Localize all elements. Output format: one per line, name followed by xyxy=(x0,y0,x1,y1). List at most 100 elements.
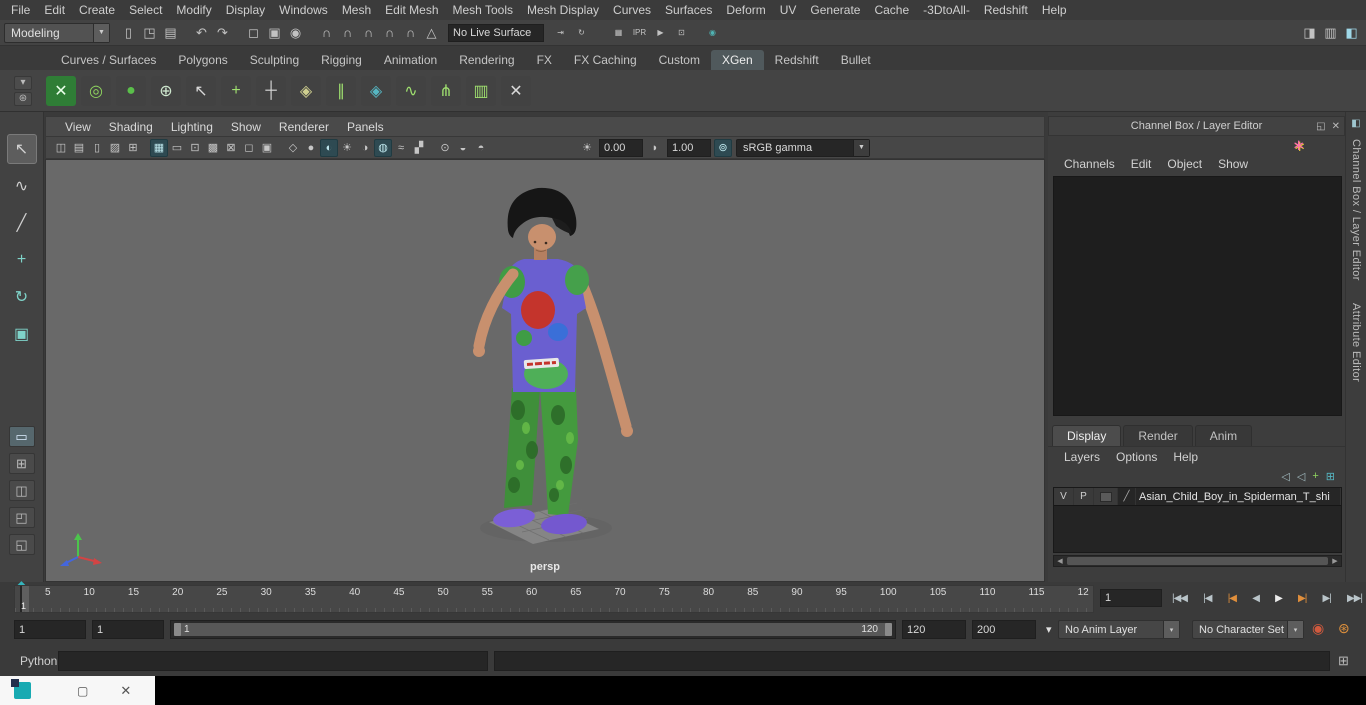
menubar-item[interactable]: Deform xyxy=(719,0,772,20)
ambient-occlusion-icon[interactable]: ◍ xyxy=(374,138,392,157)
viewport-menu-item[interactable]: Lighting xyxy=(162,120,222,134)
animation-start-field[interactable] xyxy=(14,620,86,639)
exposure-field[interactable] xyxy=(599,138,643,157)
float-panel-icon[interactable]: ◱ xyxy=(1316,121,1325,132)
dock-icon[interactable]: ◧ xyxy=(1351,118,1360,129)
use-all-lights-icon[interactable]: ☀ xyxy=(338,139,356,157)
menubar-item[interactable]: Display xyxy=(219,0,272,20)
xgen-select-icon[interactable]: ↖ xyxy=(186,75,216,106)
shelf-tabs-menu-icon[interactable]: ▾ xyxy=(14,75,32,90)
redo-icon[interactable]: ↷ xyxy=(212,23,233,43)
view-transform-dropdown[interactable]: sRGB gamma ▼ xyxy=(736,138,870,157)
range-slider-bar[interactable]: 1 120 xyxy=(174,623,892,636)
menubar-item[interactable]: Mesh xyxy=(335,0,378,20)
xgen-lock-icon[interactable]: ◈ xyxy=(291,75,321,106)
channel-box-menu-item[interactable]: Show xyxy=(1210,157,1256,171)
menubar-item[interactable]: Create xyxy=(72,0,122,20)
shelf-tab[interactable]: FX xyxy=(526,50,563,70)
playback-end-field[interactable] xyxy=(902,620,966,639)
playback-start-field[interactable] xyxy=(92,620,164,639)
scroll-left-icon[interactable]: ◀ xyxy=(1054,557,1066,565)
xgen-ground-icon[interactable]: ┼ xyxy=(256,75,286,106)
xray-icon[interactable]: ◒ xyxy=(454,139,472,157)
safe-action-icon[interactable]: ◻ xyxy=(240,139,258,157)
anim-end-chevron[interactable]: ▾ xyxy=(1040,620,1052,639)
scrollbar-thumb[interactable] xyxy=(1067,557,1328,565)
menubar-item[interactable]: Edit xyxy=(37,0,72,20)
shelf-tab[interactable]: Rendering xyxy=(448,50,525,70)
construction-history-icon[interactable]: ↻ xyxy=(571,23,592,43)
motion-blur-icon[interactable]: ≈ xyxy=(392,139,410,157)
sidebar-tool-settings-icon[interactable]: ▥ xyxy=(1320,23,1341,43)
menubar-item[interactable]: Modify xyxy=(169,0,218,20)
camera-attributes-icon[interactable]: ▤ xyxy=(70,139,88,157)
shelf-tab[interactable]: XGen xyxy=(710,50,764,70)
script-editor-icon[interactable]: ⊞ xyxy=(1338,653,1349,669)
range-start-handle[interactable] xyxy=(174,623,181,636)
scroll-right-icon[interactable]: ▶ xyxy=(1329,557,1341,565)
character-set-dropdown[interactable]: No Character Set ▾ xyxy=(1192,620,1304,639)
layer-list-scrollbar[interactable]: ◀ ▶ xyxy=(1053,555,1342,567)
menubar-item[interactable]: UV xyxy=(773,0,804,20)
render-settings-icon[interactable]: ⊡ xyxy=(671,23,692,43)
menubar-item[interactable]: Mesh Display xyxy=(520,0,606,20)
channel-box-menu-item[interactable]: Channels xyxy=(1056,157,1123,171)
play-backwards-button[interactable]: ◀ xyxy=(1252,593,1260,604)
gate-mask-icon[interactable]: ▩ xyxy=(204,139,222,157)
step-back-key-button[interactable]: |◀ xyxy=(1228,593,1237,604)
menubar-item[interactable]: File xyxy=(4,0,37,20)
field-chart-icon[interactable]: ⊠ xyxy=(222,139,240,157)
isolate-select-icon[interactable]: ⊙ xyxy=(436,139,454,157)
restore-window-icon[interactable]: ▢ xyxy=(77,684,88,698)
shelf-tab[interactable]: Redshift xyxy=(764,50,830,70)
open-scene-icon[interactable]: ◳ xyxy=(139,23,160,43)
safe-title-icon[interactable]: ▣ xyxy=(258,139,276,157)
animation-preferences-icon[interactable]: ⊛ xyxy=(1338,620,1350,637)
layer-color-swatch[interactable] xyxy=(1094,488,1118,505)
joint-xray-icon[interactable]: ◓ xyxy=(472,139,490,157)
scale-tool-icon[interactable]: ▣ xyxy=(7,319,37,349)
menubar-item[interactable]: -3DtoAll- xyxy=(916,0,977,20)
gear-icon[interactable]: ⊛ xyxy=(14,91,32,106)
layer-playback-toggle[interactable]: P xyxy=(1074,488,1094,505)
lasso-tool-icon[interactable]: ∿ xyxy=(7,171,37,201)
anim-layer-dropdown[interactable]: No Anim Layer ▾ xyxy=(1058,620,1180,639)
menubar-item[interactable]: Edit Mesh xyxy=(378,0,445,20)
new-layer-from-selected-icon[interactable]: ⊞ xyxy=(1326,470,1335,483)
gamma-field[interactable] xyxy=(667,138,711,157)
select-component-icon[interactable]: ◉ xyxy=(285,23,306,43)
wireframe-icon[interactable]: ◇ xyxy=(284,139,302,157)
layer-editor-menu-item[interactable]: Help xyxy=(1165,450,1206,464)
play-forwards-button[interactable]: ▶ xyxy=(1275,593,1283,604)
gamma-icon[interactable]: ◗ xyxy=(646,139,664,157)
layer-editor-tab[interactable]: Render xyxy=(1123,425,1193,446)
save-scene-icon[interactable]: ▤ xyxy=(160,23,181,43)
channel-list-area[interactable] xyxy=(1053,176,1342,416)
channel-box-menu-item[interactable]: Edit xyxy=(1123,157,1160,171)
bookmark-icon[interactable]: ▯ xyxy=(88,139,106,157)
xgen-create-sphere-icon[interactable]: ⊕ xyxy=(151,75,181,106)
snap-point-icon[interactable]: ∩ xyxy=(358,23,379,43)
sidebar-attribute-editor-icon[interactable]: ◨ xyxy=(1299,23,1320,43)
animation-end-field[interactable] xyxy=(972,620,1036,639)
range-slider-track[interactable]: 1 120 xyxy=(170,620,896,639)
xgen-editor-icon[interactable]: ✕ xyxy=(46,75,76,106)
menubar-item[interactable]: Redshift xyxy=(977,0,1035,20)
color-management-icon[interactable]: ⊚ xyxy=(714,138,732,157)
anti-alias-icon[interactable]: ▞ xyxy=(410,139,428,157)
sidebar-vertical-tab[interactable]: Attribute Editor xyxy=(1350,303,1362,382)
viewport-menu-item[interactable]: View xyxy=(56,120,100,134)
shelf-tab[interactable]: Polygons xyxy=(167,50,238,70)
range-end-handle[interactable] xyxy=(885,623,892,636)
sidebar-vertical-tab[interactable]: Channel Box / Layer Editor xyxy=(1350,139,1362,281)
layout-persp-outliner-icon[interactable]: ◰ xyxy=(8,507,35,528)
exposure-icon[interactable]: ☀ xyxy=(578,139,596,157)
xgen-density-brush-icon[interactable]: ● xyxy=(116,75,146,106)
xgen-add-icon[interactable]: + xyxy=(221,75,251,106)
paint-effects-icon[interactable]: ◉ xyxy=(702,23,723,43)
current-time-field[interactable] xyxy=(1100,589,1162,607)
snap-view-plane-icon[interactable]: ∩ xyxy=(400,23,421,43)
command-language-label[interactable]: Python xyxy=(0,654,58,668)
menubar-item[interactable]: Cache xyxy=(867,0,916,20)
move-layer-down-icon[interactable]: ◁ xyxy=(1297,470,1305,483)
